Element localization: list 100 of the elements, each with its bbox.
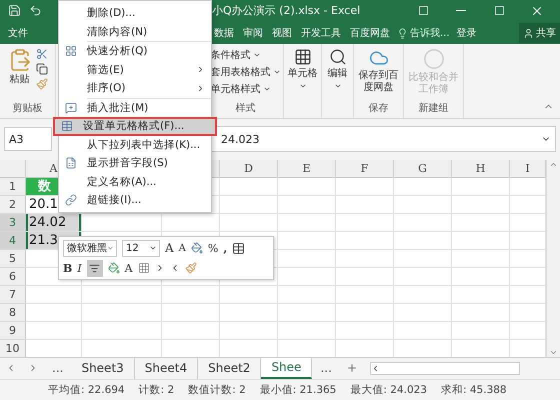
column-header[interactable]: I xyxy=(510,160,546,178)
center-align-button[interactable] xyxy=(86,260,103,276)
menu-item[interactable]: 筛选(E) xyxy=(59,60,211,79)
table-cell xyxy=(510,250,546,268)
menu-item[interactable]: 排序(O) xyxy=(59,79,211,98)
ribbon-tab[interactable]: 百度网盘 xyxy=(348,24,392,42)
row-header[interactable]: 9 xyxy=(0,322,26,340)
table-cell xyxy=(26,286,82,304)
table-cell xyxy=(336,214,394,232)
table-cell xyxy=(510,322,546,340)
more-sheets-button[interactable]: ... xyxy=(312,358,340,380)
table-cell xyxy=(394,214,452,232)
table-icon xyxy=(232,242,246,254)
editing-button[interactable]: 编辑 xyxy=(328,48,348,90)
cells-button[interactable]: 单元格 xyxy=(288,48,318,90)
italic-button[interactable]: I xyxy=(77,262,82,274)
row-header[interactable]: 8 xyxy=(0,304,26,322)
tell-me-field[interactable]: 告诉我... xyxy=(397,26,450,40)
scissors-icon xyxy=(36,48,48,60)
group-label: 样式 xyxy=(236,102,256,116)
table-cell xyxy=(220,178,278,196)
row-header[interactable]: 6 xyxy=(0,268,26,286)
font-size-dropdown[interactable]: 12 xyxy=(122,240,160,256)
table-cell xyxy=(336,196,394,214)
group-label: 保存 xyxy=(368,102,388,116)
table-cell xyxy=(510,232,546,250)
select-all-corner[interactable] xyxy=(0,160,26,178)
table-cell xyxy=(26,304,82,322)
paintbrush-icon xyxy=(36,78,48,90)
menu-item[interactable]: 插入批注(M) xyxy=(59,98,211,117)
fill-color-icon xyxy=(108,262,120,274)
table-cell xyxy=(452,196,510,214)
vertical-scrollbar[interactable] xyxy=(546,160,560,357)
ribbon-tab[interactable]: 文件 xyxy=(6,24,30,42)
table-cell xyxy=(452,304,510,322)
table-cell xyxy=(278,250,336,268)
table-cell xyxy=(278,178,336,196)
table-cell xyxy=(510,304,546,322)
column-header[interactable]: E xyxy=(278,160,336,178)
format-painter-icon xyxy=(184,262,197,274)
copy-icon xyxy=(36,63,48,76)
table-cell xyxy=(510,286,546,304)
shrink-font-button[interactable]: A xyxy=(178,242,186,254)
status-text: 数值计数: 2 xyxy=(188,383,246,398)
table-cell xyxy=(162,322,220,340)
sheet-tab[interactable]: Shee xyxy=(261,358,312,380)
row-header[interactable]: 3 xyxy=(0,214,26,232)
horizontal-scrollbar[interactable] xyxy=(370,362,520,376)
row-header[interactable]: 4 xyxy=(0,232,26,250)
percent-button[interactable]: % xyxy=(208,242,218,254)
grow-font-button[interactable]: A xyxy=(165,241,174,255)
minimize-icon[interactable] xyxy=(456,10,466,12)
table-cell xyxy=(220,214,278,232)
paste-button[interactable]: 粘贴 xyxy=(8,48,32,86)
table-cell xyxy=(336,322,394,340)
save-to-cloud-button[interactable]: 保存到百度网盘 xyxy=(356,48,400,94)
menu-item[interactable]: 删除(D)... xyxy=(59,4,211,22)
font-dropdown[interactable]: 微软雅黑 xyxy=(63,240,117,256)
table-cell xyxy=(394,268,452,286)
column-header[interactable]: H xyxy=(452,160,510,178)
ribbon-tab[interactable]: 数据 xyxy=(212,24,236,42)
menu-item[interactable]: 清除内容(N) xyxy=(59,22,211,41)
menu-item[interactable]: 从下拉列表中选择(K)... xyxy=(59,136,211,154)
menu-item[interactable]: 设置单元格格式(F)... xyxy=(53,117,217,136)
share-button[interactable]: 共享 xyxy=(519,23,560,43)
table-cell xyxy=(452,214,510,232)
caret-icon xyxy=(107,244,114,252)
table-cell xyxy=(220,304,278,322)
column-header[interactable]: D xyxy=(220,160,278,178)
table-cell xyxy=(162,286,220,304)
row-header[interactable]: 5 xyxy=(0,250,26,268)
more-sheets-button[interactable]: ... xyxy=(44,358,72,380)
menu-item[interactable]: 快速分析(Q) xyxy=(59,42,211,60)
table-cell: 24.02 xyxy=(26,214,82,232)
table-cell xyxy=(220,322,278,340)
row-header[interactable]: 2 xyxy=(0,196,26,214)
ribbon-tab[interactable]: 开发工具 xyxy=(299,24,343,42)
ribbon-tab[interactable]: 审阅 xyxy=(241,24,265,42)
table-cell xyxy=(278,196,336,214)
table-cell xyxy=(510,214,546,232)
row-header[interactable]: 10 xyxy=(0,340,26,358)
table-cell xyxy=(278,286,336,304)
borders-icon xyxy=(138,262,150,274)
table-cell xyxy=(452,232,510,250)
status-text: 平均值: 22.694 xyxy=(48,383,125,398)
link-icon xyxy=(65,194,77,206)
column-header[interactable]: F xyxy=(336,160,394,178)
table-icon xyxy=(61,120,73,132)
row-header[interactable]: 7 xyxy=(0,286,26,304)
column-header[interactable]: G xyxy=(394,160,452,178)
table-cell xyxy=(510,178,546,196)
undo-icon xyxy=(29,4,42,18)
bold-button[interactable]: B xyxy=(63,262,72,274)
ribbon-tab[interactable]: 视图 xyxy=(270,24,294,42)
name-box[interactable]: A3 xyxy=(4,127,52,152)
comma-button[interactable]: , xyxy=(223,242,228,254)
row-header[interactable]: 1 xyxy=(0,178,26,196)
sign-in-link[interactable]: 登录 xyxy=(454,24,479,42)
comment-icon xyxy=(65,102,77,114)
font-color-button[interactable]: A xyxy=(124,262,133,274)
